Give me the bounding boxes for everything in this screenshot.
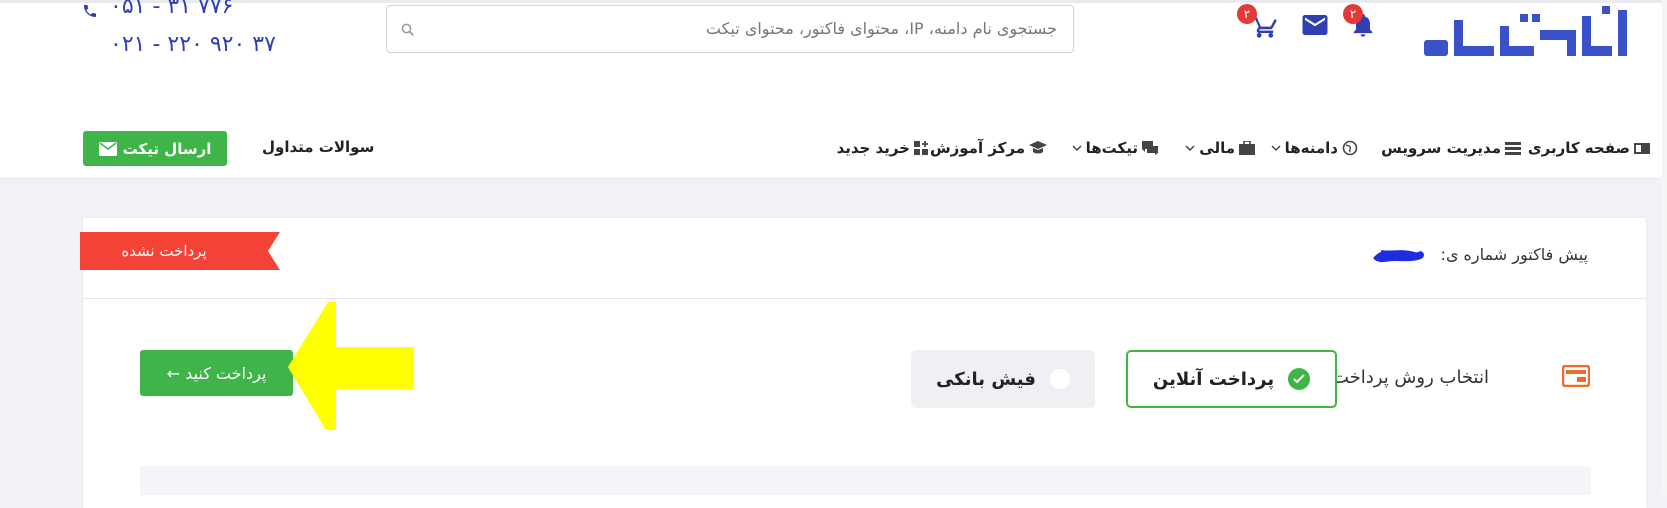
nav-item-label: صفحه کاربری	[1527, 139, 1630, 157]
payment-method-icon	[1562, 365, 1590, 387]
faq-link[interactable]: سوالات متداول	[262, 138, 374, 156]
send-ticket-button[interactable]: ارسال تیکت	[83, 131, 227, 166]
mail-icon[interactable]	[1299, 10, 1331, 40]
cart-badge: ۲	[1237, 4, 1257, 24]
chevron-down-icon	[1185, 145, 1195, 152]
dashboard-icon	[1634, 143, 1650, 154]
send-ticket-label: ارسال تیکت	[122, 139, 212, 158]
search-placeholder: جستجوی نام دامنه، IP، محتوای فاکتور، محت…	[705, 19, 1057, 38]
chevron-down-icon	[1271, 145, 1281, 152]
redacted-number	[1373, 250, 1424, 263]
chat-icon	[1142, 141, 1158, 155]
phone-number-1[interactable]: ۰۵۱ - ۳۱ ۷۷۶	[110, 0, 233, 19]
payment-option-label: پرداخت آنلاین	[1152, 368, 1275, 390]
nav-item-label: مرکز آموزش	[929, 139, 1025, 157]
add-apps-icon	[914, 141, 928, 155]
nav-item-domains[interactable]: دامنه‌ها	[1271, 139, 1358, 157]
nav-item-service-management[interactable]: مدیریت سرویس	[1381, 139, 1521, 157]
search-input[interactable]: جستجوی نام دامنه، IP، محتوای فاکتور، محت…	[386, 5, 1074, 53]
chevron-down-icon	[1072, 145, 1082, 152]
invoice-details-area	[140, 466, 1591, 495]
nav-item-label: دامنه‌ها	[1284, 139, 1338, 157]
iranserver-logo[interactable]	[1418, 0, 1648, 65]
page-scrollbar[interactable]	[1662, 0, 1667, 495]
check-circle-icon	[1288, 368, 1311, 390]
nav-item-new-purchase[interactable]: خرید جدید	[837, 139, 928, 157]
top-divider	[0, 0, 1667, 3]
briefcase-icon	[1239, 141, 1255, 155]
nav-item-finance[interactable]: مالی	[1185, 139, 1255, 157]
graduation-cap-icon	[1029, 141, 1047, 154]
nav-item-label: خرید جدید	[836, 139, 910, 157]
notification-badge: ۲	[1343, 4, 1363, 24]
payment-method-label: انتخاب روش پرداخت:	[1325, 367, 1489, 388]
search-icon	[401, 23, 414, 36]
site-header: ۰۵۱ - ۳۱ ۷۷۶ ۰۲۱ - ۲۲۰ ۹۲۰ ۳۷ جستجوی نام…	[0, 0, 1667, 118]
nav-item-label: مدیریت سرویس	[1381, 139, 1501, 157]
pay-button[interactable]: پرداخت کنید ←	[140, 350, 293, 396]
globe-icon	[1342, 140, 1358, 156]
invoice-title: پیش فاکتور شماره ی:	[1440, 245, 1588, 264]
payment-option-bank-receipt[interactable]: فیش بانکی	[911, 350, 1095, 408]
nav-item-label: مالی	[1199, 139, 1235, 157]
phone-number-2[interactable]: ۰۲۱ - ۲۲۰ ۹۲۰ ۳۷	[110, 32, 276, 57]
status-badge: پرداخت نشده	[121, 242, 207, 260]
list-icon	[1505, 142, 1521, 155]
nav-item-tickets[interactable]: تیکت‌ها	[1072, 139, 1158, 157]
envelope-icon	[98, 141, 117, 156]
payment-option-label: فیش بانکی	[936, 368, 1036, 390]
nav-item-learning-center[interactable]: مرکز آموزش	[930, 139, 1047, 157]
phone-icon	[84, 5, 96, 17]
payment-option-online[interactable]: پرداخت آنلاین	[1126, 350, 1337, 408]
yellow-arrow-annotation	[288, 302, 414, 430]
nav-item-label: تیکت‌ها	[1085, 139, 1138, 157]
nav-item-dashboard[interactable]: صفحه کاربری	[1528, 139, 1650, 157]
radio-empty-icon	[1049, 369, 1070, 389]
